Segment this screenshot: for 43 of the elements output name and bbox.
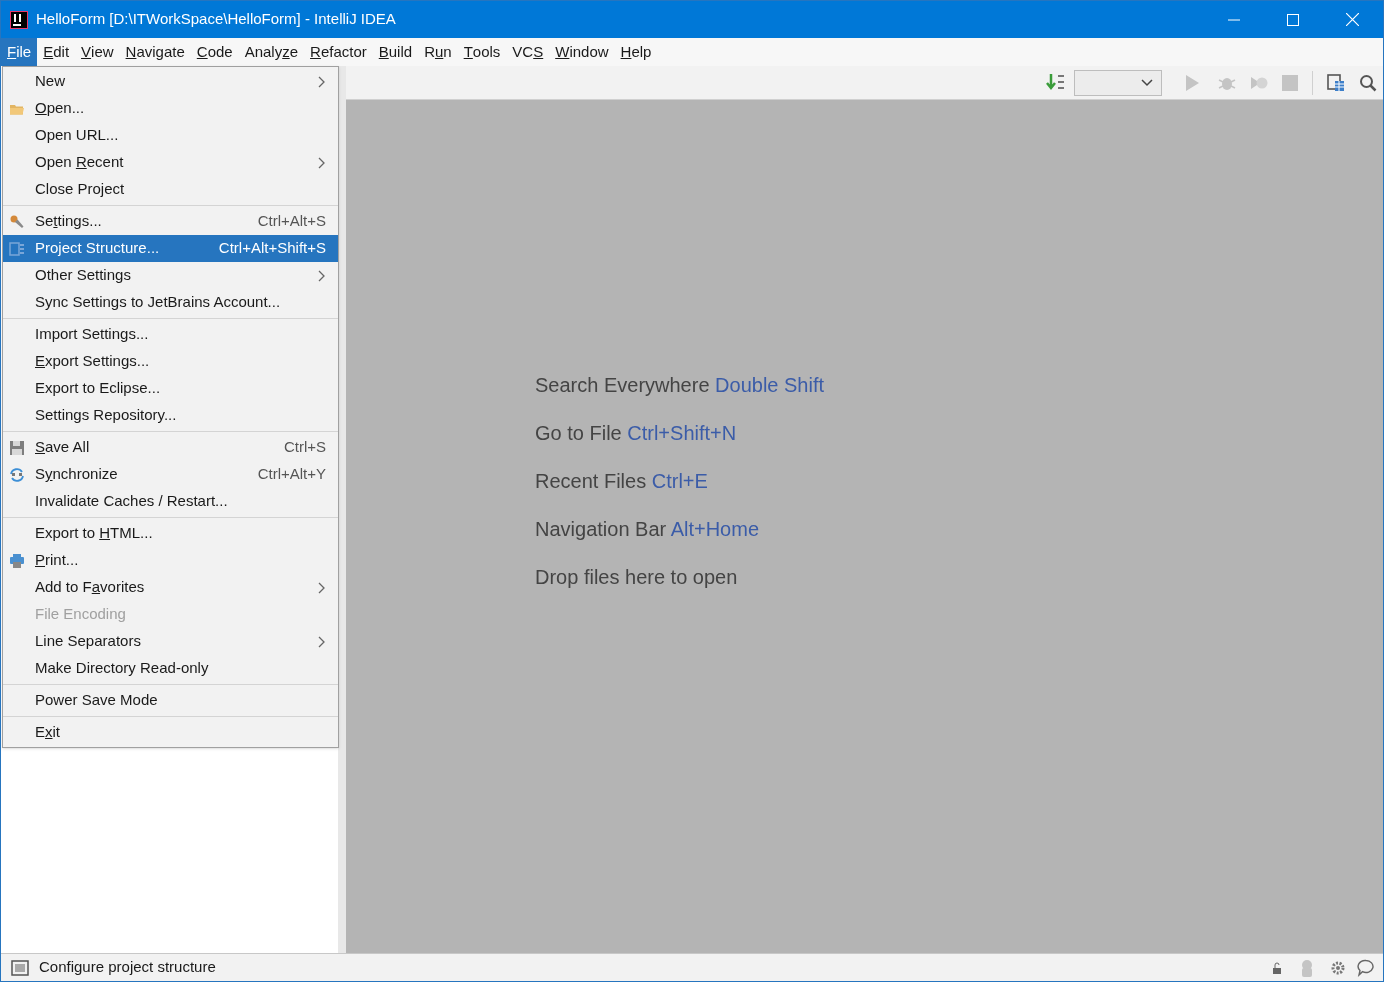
menu-item[interactable]: Exit [3,719,338,746]
hint-text: Go to File Ctrl+Shift+N [535,421,738,444]
menu-item[interactable]: Settings Repository... [3,402,338,429]
menu-item[interactable]: Open URL... [3,122,338,149]
menu-bar-item[interactable]: Help [614,38,658,66]
menu-bar-item[interactable]: Build [372,38,419,66]
menu-item[interactable]: Power Save Mode [3,687,338,714]
menu-item[interactable]: Sync Settings to JetBrains Account... [3,289,338,316]
menu-item[interactable]: Export to Eclipse... [3,375,338,402]
menu-bar-item[interactable]: Analyze [238,38,305,66]
menu-bar-item[interactable]: File [1,38,38,66]
menu-item[interactable]: Other Settings [3,262,338,289]
menu-item[interactable]: Save All Ctrl+S [3,434,338,461]
menu-bar-item[interactable]: Window [549,38,615,66]
menu-item[interactable]: Line Separators [3,628,338,655]
menu-bar-item[interactable]: Code [190,38,239,66]
menu-item[interactable]: Synchronize Ctrl+Alt+Y [3,461,338,488]
menu-item[interactable]: Invalidate Caches / Restart... [3,488,338,515]
menu-bar-item[interactable]: Tools [457,38,507,66]
status-text: Configure project structure [39,957,216,978]
menu-item[interactable]: Open Recent [3,149,338,176]
menu-bar-item[interactable]: Navigate [119,38,191,66]
menu-item[interactable]: Project Structure... Ctrl+Alt+Shift+S [3,235,338,262]
menu-item[interactable]: Print... [3,547,338,574]
menu-item[interactable]: Export to HTML... [3,520,338,547]
menu-item[interactable]: Import Settings... [3,321,338,348]
window-title: HelloForm [D:\ITWorkSpace\HelloForm] - IntelliJ IDEA [36,9,396,30]
menu-bar-item[interactable]: VCS [506,38,550,66]
hint-text: Search Everywhere Double Shift [535,373,826,396]
menu-bar-item[interactable]: Run [418,38,458,66]
menu-item[interactable]: New [3,68,338,95]
menu-item[interactable]: Make Directory Read-only [3,655,338,682]
hint-text: Drop files here to open [535,565,739,588]
menu-item[interactable]: Add to Favorites [3,574,338,601]
menu-item[interactable]: Close Project [3,176,338,203]
menu-item[interactable]: Export Settings... [3,348,338,375]
menu-bar-item[interactable]: View [75,38,120,66]
menu-item[interactable]: Settings... Ctrl+Alt+S [3,208,338,235]
menu-item[interactable]: Open... [3,95,338,122]
menu-bar-item[interactable]: Refactor [304,38,373,66]
hint-text: Recent Files Ctrl+E [535,469,709,492]
hint-text: Navigation Bar Alt+Home [535,517,760,540]
menu-bar-item[interactable]: Edit [37,38,76,66]
